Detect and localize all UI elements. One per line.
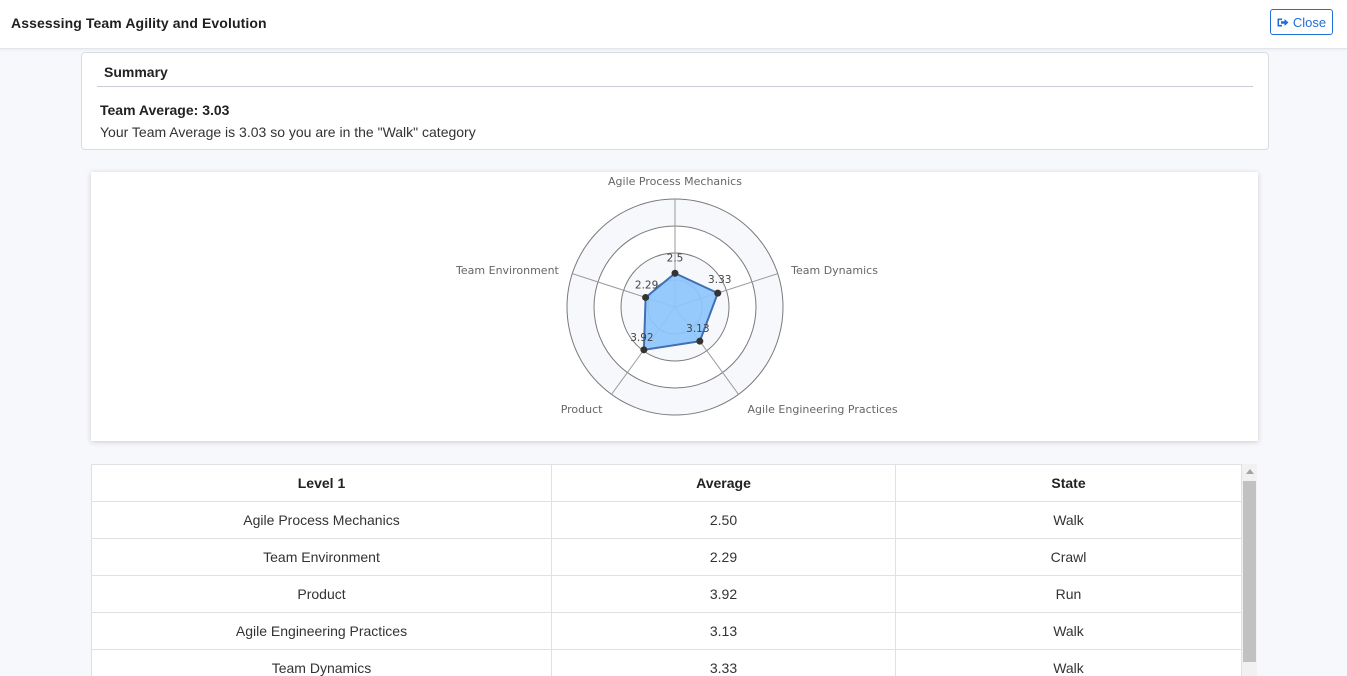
column-header-level: Level 1	[91, 464, 552, 502]
column-header-state: State	[895, 464, 1242, 502]
sign-out-icon	[1277, 18, 1289, 26]
cell-average: 3.92	[551, 575, 896, 613]
level-table: Level 1 Average State Agile Process Mech…	[91, 464, 1242, 676]
cell-average: 2.50	[551, 501, 896, 539]
scrollbar-thumb[interactable]	[1243, 481, 1256, 662]
cell-state: Walk	[895, 649, 1242, 676]
summary-card: Summary Team Average: 3.03 Your Team Ave…	[81, 52, 1269, 150]
table-row: Agile Process Mechanics 2.50 Walk	[91, 501, 1242, 539]
radar-point	[642, 293, 650, 301]
radar-value-label: 2.29	[635, 279, 658, 291]
cell-state: Walk	[895, 612, 1242, 650]
table-row: Agile Engineering Practices 3.13 Walk	[91, 612, 1242, 650]
level-table-container: Level 1 Average State Agile Process Mech…	[91, 464, 1257, 676]
table-row: Product 3.92 Run	[91, 575, 1242, 613]
summary-heading: Summary	[104, 64, 168, 80]
radar-value-label: 3.33	[708, 274, 731, 286]
column-header-average: Average	[551, 464, 896, 502]
radar-axis-label: Team Dynamics	[790, 264, 878, 277]
radar-chart-card: 2.5 3.33 3.13 3.92 2.29 Agile Process Mechani…	[91, 172, 1258, 441]
radar-value-label: 2.5	[667, 252, 684, 264]
radar-value-label: 3.92	[630, 332, 653, 344]
cell-average: 3.33	[551, 649, 896, 676]
team-average-message: Your Team Average is 3.03 so you are in …	[100, 124, 476, 140]
radar-axis-label: Team Environment	[455, 264, 559, 277]
team-average-label: Team Average: 3.03	[100, 102, 230, 118]
table-row: Team Environment 2.29 Crawl	[91, 538, 1242, 576]
radar-point	[696, 337, 704, 345]
summary-divider	[97, 86, 1253, 87]
radar-axis-label: Product	[561, 403, 603, 416]
close-button[interactable]: Close	[1270, 9, 1333, 35]
table-row: Team Dynamics 3.33 Walk	[91, 649, 1242, 676]
radar-point	[640, 346, 648, 354]
cell-level: Agile Engineering Practices	[91, 612, 552, 650]
close-button-label: Close	[1292, 14, 1327, 30]
page-title: Assessing Team Agility and Evolution	[11, 15, 267, 31]
cell-state: Run	[895, 575, 1242, 613]
cell-level: Team Dynamics	[91, 649, 552, 676]
scroll-up-arrow-icon[interactable]	[1246, 469, 1254, 474]
cell-state: Walk	[895, 501, 1242, 539]
radar-point	[714, 289, 722, 297]
radar-value-label: 3.13	[686, 323, 709, 335]
table-header-row: Level 1 Average State	[91, 464, 1242, 502]
table-scrollbar[interactable]	[1242, 464, 1257, 676]
cell-level: Product	[91, 575, 552, 613]
cell-average: 2.29	[551, 538, 896, 576]
radar-axis-label: Agile Engineering Practices	[748, 403, 898, 416]
cell-state: Crawl	[895, 538, 1242, 576]
top-bar: Assessing Team Agility and Evolution Clo…	[0, 0, 1347, 49]
radar-chart: 2.5 3.33 3.13 3.92 2.29 Agile Process Mechani…	[455, 175, 898, 416]
radar-point	[671, 269, 679, 277]
cell-level: Agile Process Mechanics	[91, 501, 552, 539]
radar-axis-label: Agile Process Mechanics	[608, 175, 742, 188]
cell-average: 3.13	[551, 612, 896, 650]
cell-level: Team Environment	[91, 538, 552, 576]
